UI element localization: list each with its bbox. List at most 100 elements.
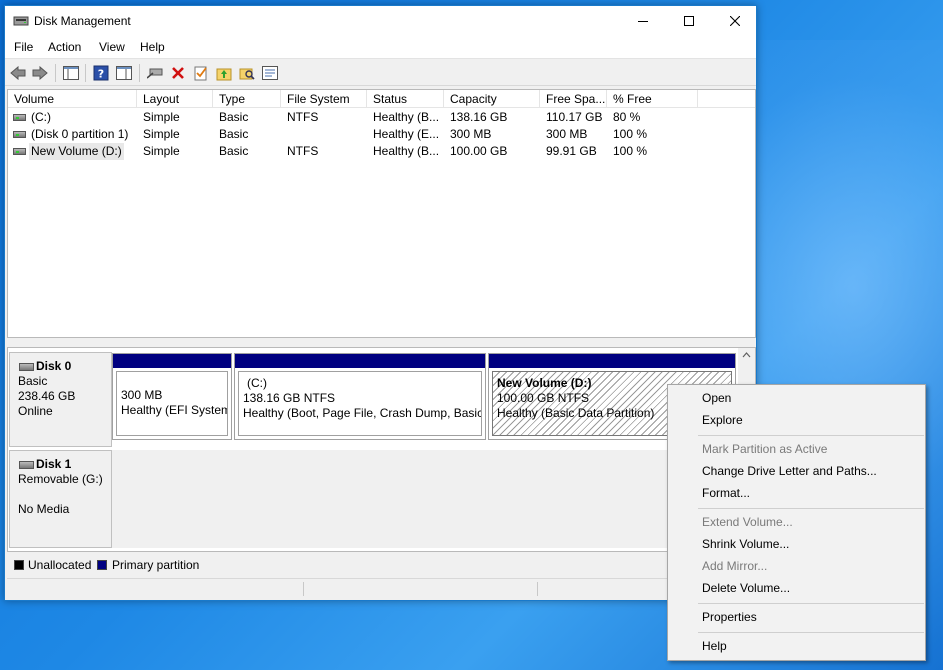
- show-pane-button[interactable]: [115, 64, 133, 82]
- forward-button[interactable]: [31, 64, 49, 82]
- partition-size: 138.16 GB NTFS: [243, 391, 336, 405]
- delete-button[interactable]: [169, 64, 187, 82]
- status-bar-separator: [303, 582, 304, 596]
- volume-row-d[interactable]: New Volume (D:) Simple Basic NTFS Health…: [8, 143, 755, 160]
- search-folder-button[interactable]: [238, 64, 256, 82]
- menu-action[interactable]: Action: [48, 40, 81, 54]
- close-icon: [730, 16, 740, 26]
- volume-layout: Simple: [143, 144, 180, 158]
- legend: Unallocated Primary partition: [7, 555, 756, 575]
- context-properties[interactable]: Properties: [702, 610, 757, 624]
- show-pane-icon: [116, 66, 132, 80]
- column-header-percent-free[interactable]: % Free: [607, 90, 698, 108]
- disk-0-label[interactable]: Disk 0 Basic 238.46 GB Online: [9, 352, 112, 447]
- volume-percent-free: 80 %: [613, 110, 641, 124]
- volume-row-c[interactable]: (C:) Simple Basic NTFS Healthy (B... 138…: [8, 109, 755, 126]
- context-shrink-volume[interactable]: Shrink Volume...: [702, 537, 789, 551]
- column-header-free-space[interactable]: Free Spa...: [540, 90, 607, 108]
- legend-primary-label: Primary partition: [112, 558, 200, 572]
- partition-body: (C:) 138.16 GB NTFS Healthy (Boot, Page …: [238, 371, 482, 436]
- legend-primary-swatch: [97, 560, 107, 570]
- volume-free-space: 300 MB: [546, 127, 588, 141]
- menu-help[interactable]: Help: [140, 40, 165, 54]
- context-change-drive-letter[interactable]: Change Drive Letter and Paths...: [702, 464, 877, 478]
- volume-disk-icon: [13, 148, 26, 155]
- check-button[interactable]: [192, 64, 210, 82]
- volume-name: (Disk 0 partition 1): [31, 127, 129, 141]
- volume-disk-icon: [13, 131, 26, 138]
- volume-capacity: 100.00 GB: [450, 144, 508, 158]
- volume-status: Healthy (B...: [373, 144, 440, 158]
- volume-layout: Simple: [143, 110, 180, 124]
- partition-status: Healthy (EFI System: [121, 403, 228, 417]
- search-folder-icon: [239, 68, 255, 80]
- context-separator: [698, 603, 924, 604]
- context-help[interactable]: Help: [702, 639, 727, 653]
- maximize-icon: [684, 16, 694, 26]
- context-extend-volume: Extend Volume...: [702, 515, 793, 529]
- connect-icon: [147, 68, 163, 79]
- console-tree-button[interactable]: [62, 64, 80, 82]
- context-separator: [698, 508, 924, 509]
- disk-0-type: Basic: [18, 374, 48, 388]
- partition-title: (C:): [247, 376, 267, 390]
- partition-c[interactable]: (C:) 138.16 GB NTFS Healthy (Boot, Page …: [234, 353, 486, 440]
- column-header-layout[interactable]: Layout: [137, 90, 213, 108]
- close-button[interactable]: [712, 6, 758, 36]
- column-header-type[interactable]: Type: [213, 90, 281, 108]
- volume-file-system: NTFS: [287, 110, 319, 124]
- disk-1-label[interactable]: Disk 1 Removable (G:) No Media: [9, 450, 112, 548]
- svg-text:?: ?: [98, 68, 104, 81]
- column-header-volume[interactable]: Volume: [8, 90, 137, 108]
- column-header-capacity[interactable]: Capacity: [444, 90, 540, 108]
- partition-status: Healthy (Boot, Page File, Crash Dump, Ba…: [243, 406, 482, 420]
- partition-efi[interactable]: 300 MB Healthy (EFI System: [112, 353, 232, 440]
- partition-bar: [489, 354, 735, 368]
- maximize-button[interactable]: [666, 6, 712, 36]
- context-format[interactable]: Format...: [702, 486, 750, 500]
- volume-layout: Simple: [143, 127, 180, 141]
- context-open[interactable]: Open: [702, 391, 731, 405]
- context-explore[interactable]: Explore: [702, 413, 743, 427]
- minimize-button[interactable]: [620, 6, 666, 36]
- partition-size: 300 MB: [121, 388, 163, 402]
- partition-body: 300 MB Healthy (EFI System: [116, 371, 228, 436]
- volume-capacity: 138.16 GB: [450, 110, 508, 124]
- volume-free-space: 110.17 GB: [546, 110, 603, 124]
- properties-button[interactable]: [261, 64, 279, 82]
- context-mark-partition-active: Mark Partition as Active: [702, 442, 828, 456]
- folder-up-button[interactable]: [215, 64, 233, 82]
- toolbar: ?: [5, 58, 756, 86]
- help-button[interactable]: ?: [92, 64, 110, 82]
- disk-0-state: Online: [18, 404, 53, 418]
- volume-row-disk0-partition1[interactable]: (Disk 0 partition 1) Simple Basic Health…: [8, 126, 755, 143]
- menu-file[interactable]: File: [14, 40, 33, 54]
- menu-bar: File Action View Help: [5, 36, 756, 58]
- disk-1-name: Disk 1: [18, 457, 111, 472]
- volume-list: Volume Layout Type File System Status Ca…: [7, 89, 756, 338]
- column-header-status[interactable]: Status: [367, 90, 444, 108]
- volume-type: Basic: [219, 144, 249, 158]
- scroll-up-arrow-icon[interactable]: [738, 348, 755, 362]
- disk-1-type: Removable (G:): [18, 472, 103, 486]
- connect-button[interactable]: [146, 64, 164, 82]
- context-add-mirror: Add Mirror...: [702, 559, 768, 573]
- volume-list-header: Volume Layout Type File System Status Ca…: [8, 90, 755, 108]
- volume-name: New Volume (D:): [29, 143, 124, 160]
- back-button[interactable]: [9, 64, 27, 82]
- volume-file-system: NTFS: [287, 144, 319, 158]
- volume-name: (C:): [31, 110, 51, 124]
- volume-status: Healthy (B...: [373, 110, 440, 124]
- volume-percent-free: 100 %: [613, 144, 648, 158]
- volume-type: Basic: [219, 127, 249, 141]
- disk-0-size: 238.46 GB: [18, 389, 76, 403]
- context-delete-volume[interactable]: Delete Volume...: [702, 581, 790, 595]
- properties-icon: [262, 66, 278, 80]
- disk-1-state: No Media: [18, 502, 70, 516]
- volume-disk-icon: [13, 114, 26, 121]
- column-header-file-system[interactable]: File System: [281, 90, 367, 108]
- delete-icon: [172, 67, 184, 79]
- menu-view[interactable]: View: [99, 40, 125, 54]
- legend-unallocated-label: Unallocated: [28, 558, 92, 572]
- volume-capacity: 300 MB: [450, 127, 492, 141]
